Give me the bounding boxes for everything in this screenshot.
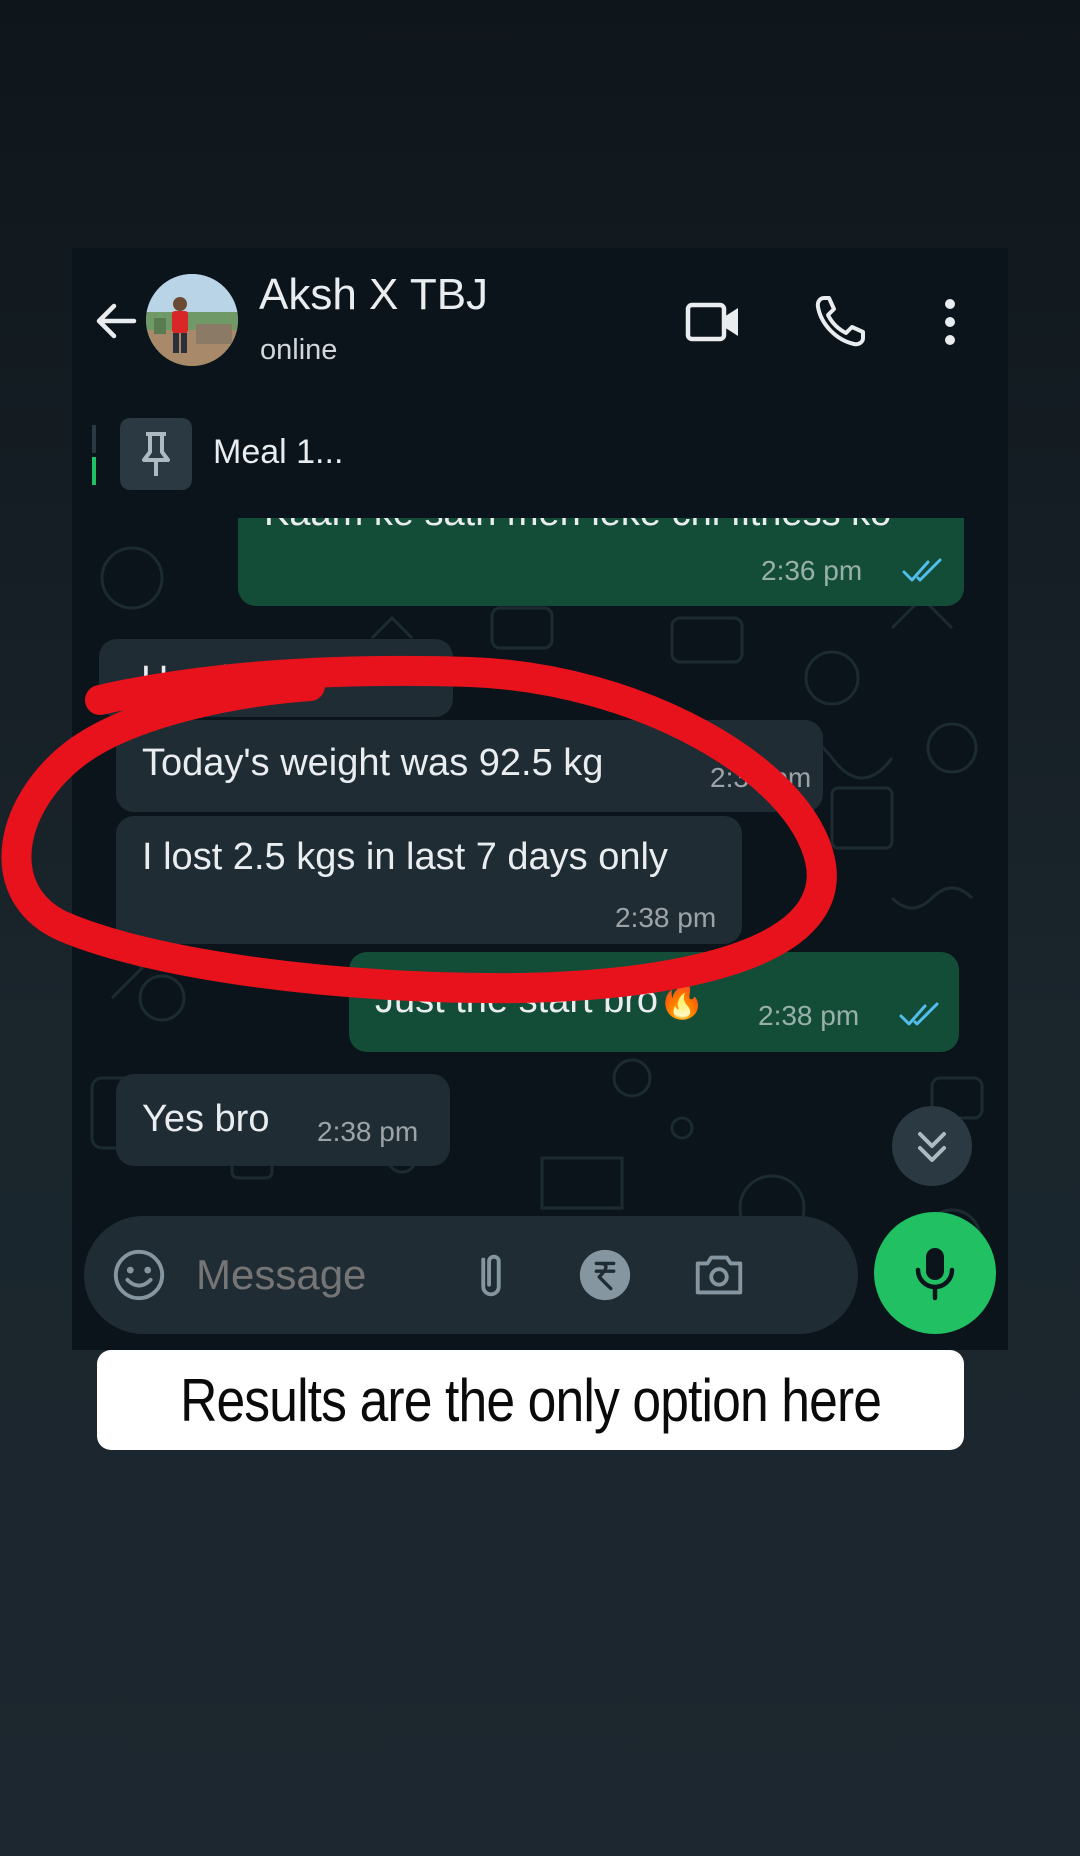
chat-screenshot: Aksh X TBJ online Meal 1... 2:36 pm Hnn … — [72, 248, 1008, 1350]
avatar-photo — [146, 274, 238, 366]
video-call-icon[interactable] — [684, 292, 744, 352]
story-canvas: Aksh X TBJ online Meal 1... 2:36 pm Hnn … — [0, 0, 1080, 1856]
pinned-message-bar[interactable]: Meal 1... — [72, 390, 1008, 518]
message-outgoing[interactable]: Just the start bro🔥 2:38 pm — [349, 952, 959, 1052]
message-incoming[interactable]: I lost 2.5 kgs in last 7 days only 2:38 … — [116, 816, 742, 944]
chat-header: Aksh X TBJ online — [72, 248, 1008, 391]
rupee-payment-icon[interactable] — [576, 1246, 634, 1304]
chat-title[interactable]: Aksh X TBJ — [259, 270, 488, 320]
camera-icon[interactable] — [690, 1246, 748, 1304]
avatar[interactable] — [146, 274, 238, 366]
message-text: Yes bro — [142, 1098, 270, 1140]
pinned-indicator — [92, 425, 96, 485]
message-time: 2:38 pm — [615, 902, 717, 933]
chat-status: online — [260, 334, 338, 366]
read-receipt-icon — [902, 558, 942, 582]
message-text: I lost 2.5 kgs in last 7 days only — [142, 836, 668, 878]
scroll-to-bottom-button[interactable] — [892, 1106, 972, 1186]
back-arrow-icon[interactable] — [90, 296, 140, 346]
message-text: Kaam ke sath meri leke chl fitness ko — [264, 518, 891, 535]
message-time: 2:38 pm — [710, 762, 812, 793]
message-incoming[interactable]: Hnn bro — [99, 639, 453, 717]
message-composer — [84, 1216, 858, 1334]
story-caption: Results are the only option here — [97, 1350, 964, 1450]
message-incoming[interactable]: Today's weight was 92.5 kg 2:38 pm — [116, 720, 823, 812]
mic-button[interactable] — [874, 1212, 996, 1334]
message-outgoing[interactable]: Kaam ke sath meri leke chl fitness ko 2:… — [238, 518, 964, 606]
message-incoming[interactable]: Yes bro 2:38 pm — [116, 1074, 450, 1166]
pin-icon — [120, 418, 192, 490]
message-time: 2:38 pm — [317, 1116, 419, 1147]
message-time: 2:38 pm — [758, 1000, 860, 1031]
caption-text: Results are the only option here — [179, 1366, 882, 1434]
voice-call-icon[interactable] — [810, 292, 870, 352]
double-chevron-down-icon — [918, 1132, 946, 1162]
attach-icon[interactable] — [462, 1246, 520, 1304]
more-options-icon[interactable] — [920, 292, 980, 352]
pinned-message-label: Meal 1... — [213, 433, 344, 471]
message-text: Just the start bro🔥 — [375, 979, 706, 1021]
read-receipt-icon — [899, 1002, 939, 1026]
message-text: Today's weight was 92.5 kg — [142, 742, 604, 784]
mic-icon — [915, 1248, 955, 1301]
message-text: Hnn bro — [141, 659, 277, 701]
message-time: 2:36 pm — [761, 555, 863, 586]
emoji-icon[interactable] — [110, 1246, 168, 1304]
